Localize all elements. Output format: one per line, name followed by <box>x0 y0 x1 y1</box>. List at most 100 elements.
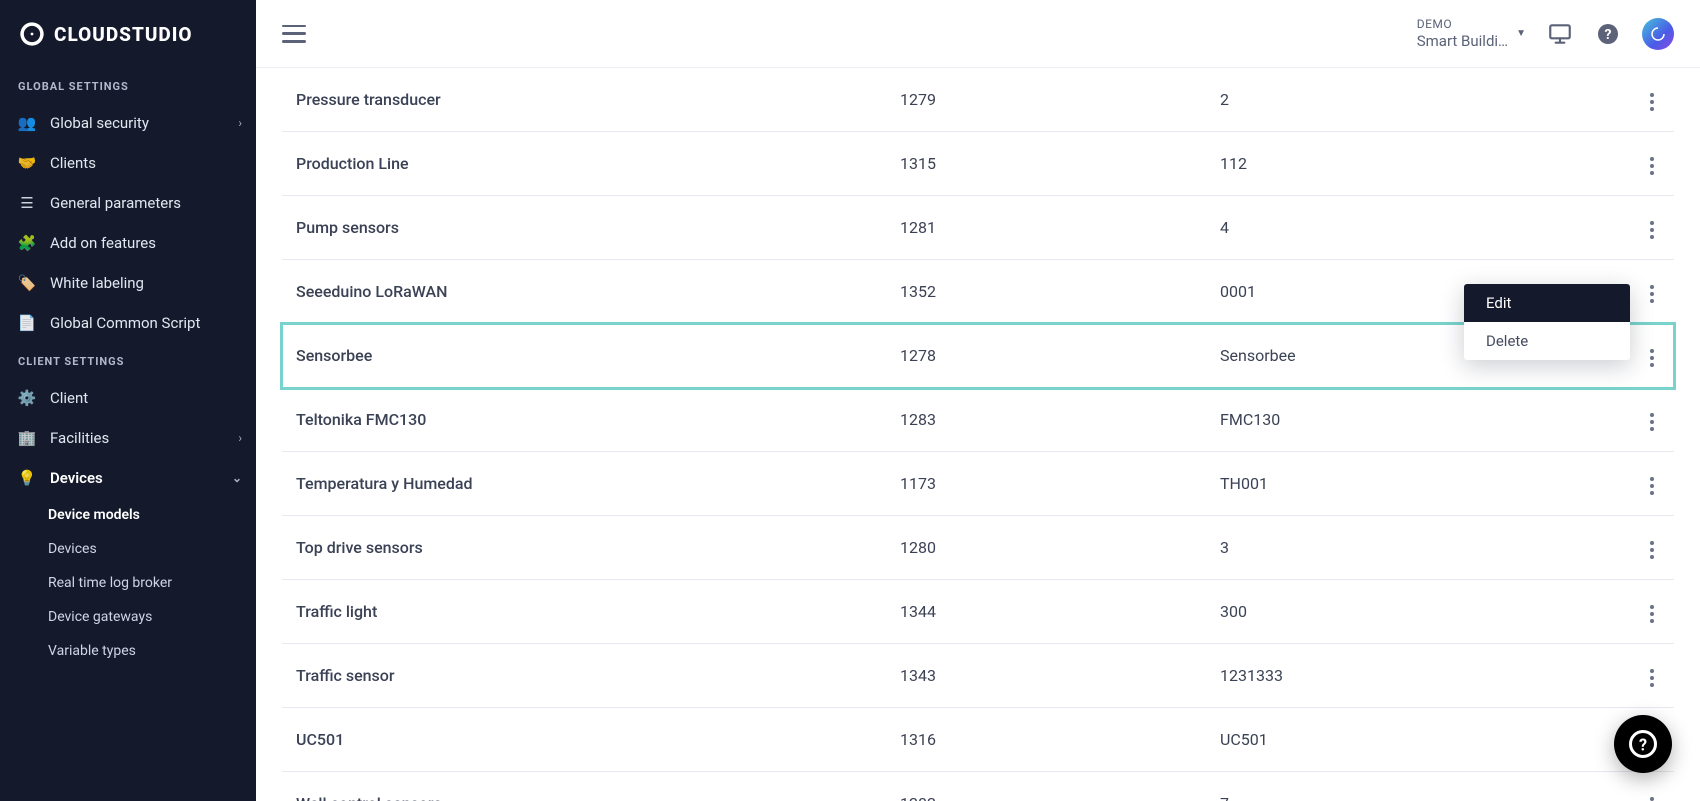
table-row[interactable]: Production Line1315112 <box>282 132 1674 196</box>
row-actions-kebab[interactable] <box>1644 279 1660 309</box>
table-row[interactable]: Teltonika FMC1301283FMC130 <box>282 388 1674 452</box>
sidebar-item-common-script[interactable]: 📄 Global Common Script <box>0 303 256 343</box>
cell-id: 1344 <box>900 602 1220 621</box>
display-button[interactable] <box>1546 20 1574 48</box>
table-row[interactable]: Well control sensors12827 <box>282 772 1674 801</box>
users-icon: 👥 <box>18 114 36 132</box>
sidebar-item-global-security[interactable]: 👥 Global security › <box>0 103 256 143</box>
cell-id: 1315 <box>900 154 1220 173</box>
cell-name: UC501 <box>296 730 900 749</box>
sidebar-sub-log-broker[interactable]: Real time log broker <box>0 566 256 600</box>
sidebar-sub-devices[interactable]: Devices <box>0 532 256 566</box>
cell-actions <box>1600 466 1660 501</box>
cell-id: 1281 <box>900 218 1220 237</box>
sidebar-item-clients[interactable]: 🤝 Clients <box>0 143 256 183</box>
menu-item-edit[interactable]: Edit <box>1464 284 1630 322</box>
cell-id: 1316 <box>900 730 1220 749</box>
table-row[interactable]: Pump sensors12814 <box>282 196 1674 260</box>
sidebar-sub-gateways[interactable]: Device gateways <box>0 600 256 634</box>
row-actions-kebab[interactable] <box>1644 599 1660 629</box>
cell-actions <box>1600 402 1660 437</box>
chevron-down-icon: ⌄ <box>232 471 242 485</box>
sidebar-item-label: Facilities <box>50 429 109 447</box>
cell-id: 1283 <box>900 410 1220 429</box>
cell-code: 1231333 <box>1220 666 1600 685</box>
sidebar-sub-device-models[interactable]: Device models <box>0 498 256 532</box>
cell-id: 1343 <box>900 666 1220 685</box>
cell-code: TH001 <box>1220 474 1600 493</box>
row-actions-kebab[interactable] <box>1644 535 1660 565</box>
table-row[interactable]: UC5011316UC501 <box>282 708 1674 772</box>
cell-name: Traffic sensor <box>296 666 900 685</box>
sidebar-item-white-labeling[interactable]: 🏷️ White labeling <box>0 263 256 303</box>
building-icon: 🏢 <box>18 429 36 447</box>
row-actions-kebab[interactable] <box>1644 407 1660 437</box>
cell-actions <box>1600 530 1660 565</box>
monitor-icon <box>1547 21 1573 47</box>
row-actions-kebab[interactable] <box>1644 343 1660 373</box>
profile-avatar[interactable] <box>1642 18 1674 50</box>
caret-down-icon: ▼ <box>1516 28 1526 39</box>
row-actions-kebab[interactable] <box>1644 215 1660 245</box>
chevron-right-icon: › <box>238 116 242 130</box>
menu-item-delete[interactable]: Delete <box>1464 322 1630 360</box>
sidebar: CLOUDSTUDIO GLOBAL SETTINGS 👥 Global sec… <box>0 0 256 801</box>
sidebar-item-general-parameters[interactable]: ☰ General parameters <box>0 183 256 223</box>
sidebar-item-client[interactable]: ⚙️ Client <box>0 378 256 418</box>
table-row[interactable]: Pressure transducer12792 <box>282 68 1674 132</box>
cell-id: 1173 <box>900 474 1220 493</box>
sliders-icon: ☰ <box>18 194 36 212</box>
row-actions-kebab[interactable] <box>1644 471 1660 501</box>
cell-name: Pump sensors <box>296 218 900 237</box>
sidebar-sub-variable-types[interactable]: Variable types <box>0 634 256 668</box>
cell-name: Top drive sensors <box>296 538 900 557</box>
topbar: DEMO Smart Buildi… ▼ ? <box>256 0 1700 68</box>
sidebar-item-label: Global security <box>50 114 149 132</box>
script-icon: 📄 <box>18 314 36 332</box>
cell-actions <box>1600 82 1660 117</box>
row-actions-kebab[interactable] <box>1644 87 1660 117</box>
brand-name: CLOUDSTUDIO <box>54 23 193 46</box>
sidebar-item-label: Add on features <box>50 234 156 252</box>
content-area: Pressure transducer12792Production Line1… <box>256 68 1700 801</box>
sidebar-item-addon-features[interactable]: 🧩 Add on features <box>0 223 256 263</box>
sidebar-item-label: Clients <box>50 154 96 172</box>
cell-code: 2 <box>1220 90 1600 109</box>
cell-id: 1352 <box>900 282 1220 301</box>
row-context-menu: Edit Delete <box>1464 284 1630 360</box>
main: DEMO Smart Buildi… ▼ ? Pressure transduc… <box>256 0 1700 801</box>
environment-selector[interactable]: DEMO Smart Buildi… ▼ <box>1417 17 1526 49</box>
sidebar-item-facilities[interactable]: 🏢 Facilities › <box>0 418 256 458</box>
cell-id: 1279 <box>900 90 1220 109</box>
puzzle-icon: 🧩 <box>18 234 36 252</box>
brand-logo[interactable]: CLOUDSTUDIO <box>0 0 256 68</box>
sidebar-item-label: General parameters <box>50 194 181 212</box>
table-row[interactable]: Temperatura y Humedad1173TH001 <box>282 452 1674 516</box>
cell-id: 1282 <box>900 794 1220 801</box>
cell-code: 3 <box>1220 538 1600 557</box>
tag-icon: 🏷️ <box>18 274 36 292</box>
cell-name: Sensorbee <box>296 346 900 365</box>
help-button[interactable]: ? <box>1594 20 1622 48</box>
row-actions-kebab[interactable] <box>1644 151 1660 181</box>
help-fab[interactable]: ? <box>1614 715 1672 773</box>
table-row[interactable]: Top drive sensors12803 <box>282 516 1674 580</box>
sidebar-toggle[interactable] <box>282 25 306 43</box>
cell-id: 1278 <box>900 346 1220 365</box>
sidebar-item-label: White labeling <box>50 274 144 292</box>
row-actions-kebab[interactable] <box>1644 663 1660 693</box>
cell-actions <box>1600 786 1660 801</box>
gear-icon: ⚙️ <box>18 389 36 407</box>
cell-name: Teltonika FMC130 <box>296 410 900 429</box>
sidebar-item-label: Devices <box>50 469 103 487</box>
cell-name: Well control sensors <box>296 794 900 801</box>
swirl-icon <box>1649 25 1667 43</box>
row-actions-kebab[interactable] <box>1644 791 1660 801</box>
cell-name: Seeeduino LoRaWAN <box>296 282 900 301</box>
table-row[interactable]: Traffic sensor13431231333 <box>282 644 1674 708</box>
cell-code: 112 <box>1220 154 1600 173</box>
cell-id: 1280 <box>900 538 1220 557</box>
table-row[interactable]: Traffic light1344300 <box>282 580 1674 644</box>
cell-code: 7 <box>1220 794 1600 801</box>
sidebar-item-devices[interactable]: 💡 Devices ⌄ <box>0 458 256 498</box>
